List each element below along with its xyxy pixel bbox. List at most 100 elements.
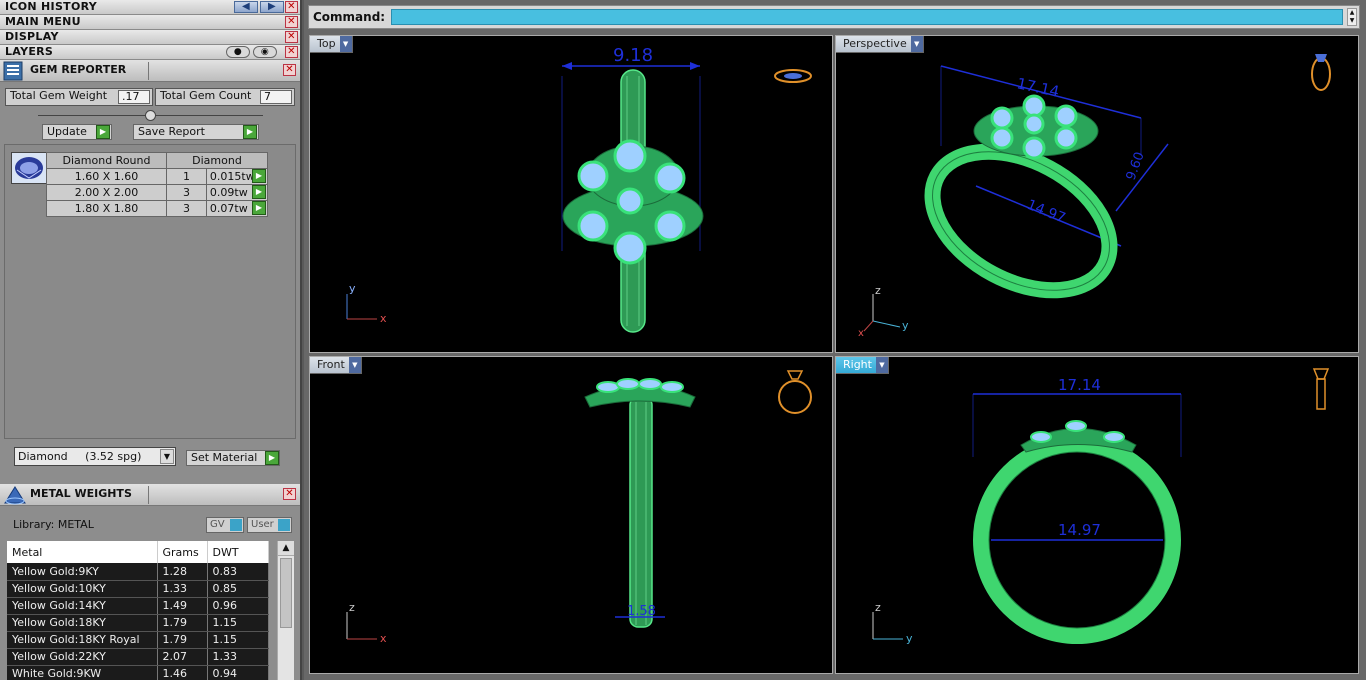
metal-grams: 1.79 — [157, 631, 208, 649]
close-icon[interactable]: ✕ — [285, 1, 298, 13]
metal-name: Yellow Gold:14KY — [7, 597, 158, 615]
viewport-front-label: Front — [317, 358, 345, 371]
close-icon[interactable]: ✕ — [285, 46, 298, 58]
user-toggle[interactable]: User — [247, 517, 292, 533]
update-play-icon[interactable]: ▶ — [96, 125, 110, 139]
chevron-down-icon[interactable]: ▼ — [910, 36, 923, 52]
divider — [148, 486, 149, 504]
metal-table: Metal Grams DWT Yellow Gold:9KY 1.28 0.83 … — [7, 541, 269, 680]
metal-name: Yellow Gold:18KY Royal — [7, 631, 158, 649]
user-label: User — [251, 519, 274, 530]
scroll-up-icon[interactable]: ▲ — [278, 541, 294, 556]
tab-right[interactable]: Right ▼ — [836, 357, 889, 374]
gem-size: 1.80 X 1.80 — [46, 200, 167, 217]
gem-table-header: Diamond Round Diamond — [46, 152, 268, 169]
axis-x-label: x — [380, 312, 387, 325]
main-menu-bar[interactable]: MAIN MENU ✕ — [0, 15, 300, 30]
tab-perspective[interactable]: Perspective ▼ — [836, 36, 924, 53]
close-icon[interactable]: ✕ — [283, 488, 296, 500]
perspective-dim-c: 9.60 — [1124, 150, 1148, 182]
metal-dwt: 1.33 — [207, 648, 269, 666]
viewport-right[interactable]: 17.14 14.97 z y Right ▼ — [835, 356, 1359, 674]
command-scroll-icon[interactable]: ▲ ▼ — [1347, 8, 1357, 26]
layers-bar[interactable]: LAYERS ● ◉ ✕ — [0, 45, 300, 60]
dwt-col-header[interactable]: DWT — [207, 541, 269, 563]
table-row[interactable]: 1.80 X 1.80 3 0.07tw — [46, 200, 269, 217]
metal-dwt: 0.85 — [207, 580, 269, 598]
icon-history-label: ICON HISTORY — [5, 0, 98, 13]
table-row[interactable]: 2.00 X 2.00 3 0.09tw — [46, 184, 269, 201]
metal-grams: 1.49 — [157, 597, 208, 615]
right-dim-b: 14.97 — [1058, 521, 1101, 539]
viewport-front[interactable]: 1.58 z x Front ▼ — [309, 356, 833, 674]
right-view-canvas: 17.14 14.97 z y — [872, 368, 1330, 645]
scroll-thumb[interactable] — [280, 558, 292, 628]
tab-front[interactable]: Front ▼ — [310, 357, 362, 374]
metal-weights-icon — [4, 486, 26, 505]
save-report-button[interactable]: Save Report — [133, 124, 259, 140]
total-gem-count-label: Total Gem Count — [160, 89, 252, 102]
table-row[interactable]: Yellow Gold:18KY Royal 1.79 1.15 — [7, 631, 269, 649]
metal-dwt: 0.96 — [207, 597, 269, 615]
viewport-top-label: Top — [317, 37, 336, 50]
axis-y-label: y — [906, 632, 913, 645]
axis-y-label: y — [902, 319, 909, 332]
material-select[interactable]: Diamond (3.52 spg) ▼ — [14, 447, 176, 466]
icon-history-bar[interactable]: ICON HISTORY ◀ ▶ ✕ — [0, 0, 300, 15]
metal-table-scrollbar[interactable]: ▲ — [277, 541, 294, 680]
table-row[interactable]: White Gold:9KW 1.46 0.94 — [7, 665, 269, 680]
gem-reporter-header: GEM REPORTER ✕ — [0, 60, 300, 82]
metal-weights-panel: Library: METAL GV User Metal Grams DWT Y… — [0, 506, 300, 680]
perspective-view-canvas: 17.14 9.60 14.97 z y x — [858, 54, 1331, 339]
display-label: DISPLAY — [5, 30, 59, 43]
table-row[interactable]: Yellow Gold:9KY 1.28 0.83 — [7, 563, 269, 581]
chevron-down-icon[interactable]: ▼ — [160, 449, 174, 464]
viewport-perspective-label: Perspective — [843, 37, 907, 50]
chevron-down-icon[interactable]: ▼ — [875, 357, 888, 373]
chevron-down-icon[interactable]: ▼ — [348, 357, 361, 373]
close-icon[interactable]: ✕ — [285, 31, 298, 43]
total-gem-weight-label: Total Gem Weight — [10, 89, 108, 102]
app-window: ICON HISTORY ◀ ▶ ✕ MAIN MENU ✕ DISPLAY ✕… — [0, 0, 1366, 680]
table-row[interactable]: Yellow Gold:22KY 2.07 1.33 — [7, 648, 269, 666]
metal-col-header[interactable]: Metal — [7, 541, 158, 563]
gem-reporter-icon — [3, 61, 23, 81]
row-play-icon[interactable]: ▶ — [252, 201, 266, 215]
save-report-play-icon[interactable]: ▶ — [243, 125, 257, 139]
back-arrow-icon[interactable]: ◀ — [234, 1, 258, 13]
close-icon[interactable]: ✕ — [283, 64, 296, 76]
row-play-icon[interactable]: ▶ — [252, 185, 266, 199]
gem-size: 2.00 X 2.00 — [46, 184, 167, 201]
command-input[interactable] — [391, 9, 1343, 25]
gem-count: 3 — [166, 184, 207, 201]
tab-top[interactable]: Top ▼ — [310, 36, 353, 53]
eye-icon[interactable]: ◉ — [253, 46, 277, 58]
metal-dwt: 0.94 — [207, 665, 269, 680]
viewport-perspective[interactable]: 17.14 9.60 14.97 z y x Perspective ▼ — [835, 35, 1359, 353]
chevron-down-icon[interactable]: ▼ — [339, 36, 352, 52]
table-row[interactable]: Yellow Gold:18KY 1.79 1.15 — [7, 614, 269, 632]
table-row[interactable]: 1.60 X 1.60 1 0.015tw — [46, 168, 269, 185]
right-dim-a: 17.14 — [1058, 376, 1101, 394]
forward-arrow-icon[interactable]: ▶ — [260, 1, 284, 13]
layer-visibility-icon[interactable]: ● — [226, 46, 250, 58]
command-bar: Command: ▲ ▼ — [308, 5, 1360, 29]
gem-count: 3 — [166, 200, 207, 217]
gem-reporter-title: GEM REPORTER — [30, 63, 127, 76]
gv-label: GV — [210, 519, 225, 530]
close-icon[interactable]: ✕ — [285, 16, 298, 28]
table-row[interactable]: Yellow Gold:10KY 1.33 0.85 — [7, 580, 269, 598]
row-play-icon[interactable]: ▶ — [252, 169, 266, 183]
table-row[interactable]: Yellow Gold:14KY 1.49 0.96 — [7, 597, 269, 615]
display-bar[interactable]: DISPLAY ✕ — [0, 30, 300, 45]
set-material-play-icon[interactable]: ▶ — [265, 451, 279, 465]
gem-size: 1.60 X 1.60 — [46, 168, 167, 185]
gv-toggle-indicator — [230, 519, 242, 531]
viewport-top[interactable]: 9.18 y x Top ▼ — [309, 35, 833, 353]
viewport-right-label: Right — [843, 358, 872, 371]
metal-table-header: Metal Grams DWT — [7, 541, 269, 563]
grams-col-header[interactable]: Grams — [157, 541, 208, 563]
gv-toggle[interactable]: GV — [206, 517, 244, 533]
slider-handle[interactable] — [145, 110, 156, 121]
metal-grams: 1.33 — [157, 580, 208, 598]
